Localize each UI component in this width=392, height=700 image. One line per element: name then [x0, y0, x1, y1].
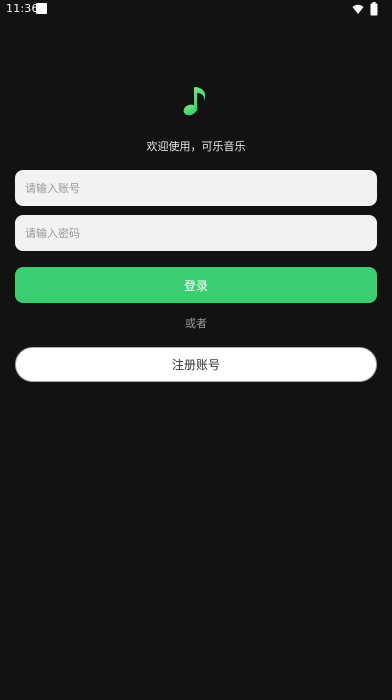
account-input[interactable] — [15, 170, 377, 206]
welcome-text: 欢迎使用，可乐音乐 — [146, 140, 246, 153]
battery-icon — [370, 2, 378, 16]
notification-icon — [36, 3, 47, 14]
password-input[interactable] — [15, 215, 377, 251]
login-button[interactable]: 登录 — [15, 267, 377, 303]
register-button[interactable]: 注册账号 — [15, 347, 377, 382]
music-note-icon — [183, 87, 206, 116]
or-divider-text: 或者 — [185, 317, 207, 330]
wifi-icon — [352, 4, 364, 14]
status-bar: 11:36 — [0, 0, 392, 18]
status-time: 11:36 — [6, 2, 39, 15]
